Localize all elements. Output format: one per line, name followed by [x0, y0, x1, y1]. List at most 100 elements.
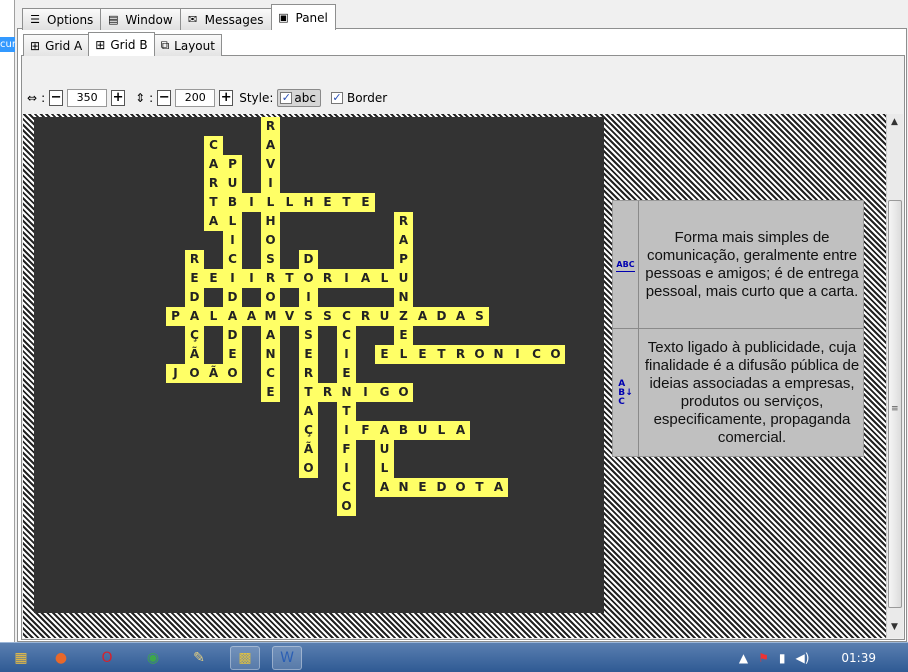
firefox-icon[interactable]: ●	[46, 646, 76, 670]
width-input[interactable]: 350	[67, 89, 108, 107]
crossword-cell[interactable]: S	[299, 307, 318, 326]
height-input[interactable]: 200	[175, 89, 216, 107]
crossword-cell[interactable]: A	[489, 478, 508, 497]
crossword-cell[interactable]: A	[451, 421, 470, 440]
crossword-cell[interactable]: L	[223, 212, 242, 231]
crossword-cell[interactable]: U	[375, 440, 394, 459]
eraser-app-icon[interactable]: ✎	[184, 646, 214, 670]
crossword-cell[interactable]: B	[394, 421, 413, 440]
crossword-cell[interactable]: T	[280, 269, 299, 288]
tab-messages[interactable]: ✉ Messages	[179, 8, 272, 30]
tab-window[interactable]: ▤ Window	[100, 8, 181, 30]
crossword-cell[interactable]: B	[223, 193, 242, 212]
crossword-cell[interactable]: J	[166, 364, 185, 383]
crossword-cell[interactable]: O	[223, 364, 242, 383]
crossword-app-icon[interactable]: ▩	[230, 646, 260, 670]
width-decrease-button[interactable]: −	[49, 90, 64, 106]
crossword-cell[interactable]: N	[394, 288, 413, 307]
style-toggle[interactable]: ✓ abc	[277, 89, 321, 107]
crossword-cell[interactable]: L	[432, 421, 451, 440]
crossword-cell[interactable]: A	[242, 307, 261, 326]
crossword-cell[interactable]: E	[375, 345, 394, 364]
crossword-cell[interactable]: A	[261, 326, 280, 345]
crossword-cell[interactable]: R	[261, 117, 280, 136]
tab-grid-b[interactable]: ⊞ Grid B	[88, 32, 155, 56]
crossword-cell[interactable]: A	[356, 269, 375, 288]
crossword-cell[interactable]: T	[337, 193, 356, 212]
crossword-cell[interactable]: E	[318, 193, 337, 212]
crossword-cell[interactable]: Ç	[299, 421, 318, 440]
crossword-cell[interactable]: H	[261, 212, 280, 231]
crossword-cell[interactable]: U	[223, 174, 242, 193]
crossword-cell[interactable]: O	[261, 231, 280, 250]
crossword-cell[interactable]: O	[185, 364, 204, 383]
crossword-cell[interactable]: C	[337, 307, 356, 326]
crossword-cell[interactable]: U	[413, 421, 432, 440]
crossword-cell[interactable]: E	[261, 383, 280, 402]
crossword-cell[interactable]: E	[185, 269, 204, 288]
crossword-cell[interactable]: A	[261, 136, 280, 155]
crossword-cell[interactable]: V	[261, 155, 280, 174]
crossword-cell[interactable]: U	[394, 269, 413, 288]
crossword-cell[interactable]: A	[394, 231, 413, 250]
crossword-cell[interactable]: U	[375, 307, 394, 326]
crossword-cell[interactable]: G	[375, 383, 394, 402]
show-hidden-icons-icon[interactable]: ▲	[739, 651, 748, 665]
crossword-cell[interactable]: N	[337, 383, 356, 402]
crossword-cell[interactable]: I	[299, 288, 318, 307]
crossword-cell[interactable]: L	[204, 307, 223, 326]
opera-icon[interactable]: O	[92, 646, 122, 670]
crossword-cell[interactable]: I	[261, 174, 280, 193]
crossword-cell[interactable]: F	[337, 440, 356, 459]
crossword-cell[interactable]: D	[185, 288, 204, 307]
tab-options[interactable]: ☰ Options	[22, 8, 102, 30]
clue-across[interactable]: ABC Forma mais simples de comunicação, g…	[613, 201, 863, 329]
crossword-cell[interactable]: N	[261, 345, 280, 364]
crossword-cell[interactable]: A	[185, 307, 204, 326]
crossword-cell[interactable]: A	[223, 307, 242, 326]
crossword-cell[interactable]: R	[261, 269, 280, 288]
crossword-cell[interactable]: A	[204, 155, 223, 174]
crossword-cell[interactable]: E	[204, 269, 223, 288]
crossword-cell[interactable]: O	[299, 459, 318, 478]
crossword-cell[interactable]: L	[375, 459, 394, 478]
crossword-cell[interactable]: I	[242, 193, 261, 212]
scroll-up-icon[interactable]: ▲	[891, 117, 898, 127]
crossword-cell[interactable]: T	[470, 478, 489, 497]
crossword-cell[interactable]: I	[223, 269, 242, 288]
tab-layout[interactable]: ⧉ Layout	[153, 34, 222, 56]
crossword-cell[interactable]: Ç	[185, 326, 204, 345]
crossword-cell[interactable]: I	[337, 459, 356, 478]
crossword-cell[interactable]: Ã	[204, 364, 223, 383]
crossword-cell[interactable]: I	[337, 421, 356, 440]
crossword-cell[interactable]: L	[394, 345, 413, 364]
crossword-cell[interactable]: R	[204, 174, 223, 193]
crossword-cell[interactable]: A	[375, 421, 394, 440]
crossword-cell[interactable]: V	[280, 307, 299, 326]
crossword-cell[interactable]: C	[261, 364, 280, 383]
crossword-cell[interactable]: S	[261, 250, 280, 269]
crossword-cell[interactable]: L	[375, 269, 394, 288]
height-increase-button[interactable]: +	[219, 90, 234, 106]
crossword-cell[interactable]: I	[223, 231, 242, 250]
width-increase-button[interactable]: +	[111, 90, 126, 106]
crossword-cell[interactable]: E	[299, 345, 318, 364]
crossword-cell[interactable]: I	[508, 345, 527, 364]
clock[interactable]: 01:39	[841, 651, 876, 665]
crossword-cell[interactable]: T	[204, 193, 223, 212]
crossword-cell[interactable]: O	[470, 345, 489, 364]
crossword-cell[interactable]: Z	[394, 307, 413, 326]
crossword-cell[interactable]: I	[242, 269, 261, 288]
tab-panel[interactable]: ▣ Panel	[270, 4, 336, 30]
crossword-cell[interactable]: O	[261, 288, 280, 307]
crossword-cell[interactable]: L	[261, 193, 280, 212]
crossword-cell[interactable]: E	[413, 478, 432, 497]
crossword-cell[interactable]: Ã	[185, 345, 204, 364]
crossword-cell[interactable]: Ã	[299, 440, 318, 459]
crossword-cell[interactable]: E	[356, 193, 375, 212]
crossword-cell[interactable]: I	[356, 383, 375, 402]
crossword-cell[interactable]: R	[318, 269, 337, 288]
crossword-cell[interactable]: D	[432, 307, 451, 326]
chrome-icon[interactable]: ◉	[138, 646, 168, 670]
crossword-cell[interactable]: D	[223, 326, 242, 345]
